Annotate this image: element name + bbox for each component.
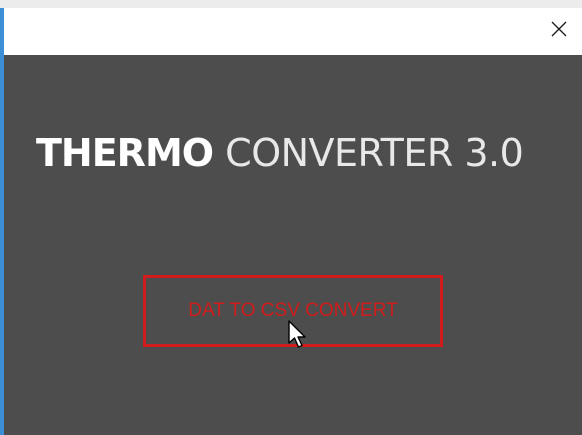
- title-bar[interactable]: [0, 8, 582, 55]
- close-button[interactable]: [536, 8, 582, 55]
- close-icon: [551, 21, 567, 42]
- convert-button-label: DAT TO CSV CONVERT: [188, 300, 398, 321]
- app-title-light: CONVERTER 3.0: [225, 131, 524, 175]
- app-window: THERMO CONVERTER 3.0 DAT TO CSV CONVERT: [0, 0, 582, 435]
- top-strip: [0, 0, 582, 8]
- app-title-bold: THERMO: [36, 131, 214, 175]
- main-content: [4, 55, 582, 435]
- app-title: THERMO CONVERTER 3.0: [36, 128, 582, 178]
- dat-to-csv-convert-button[interactable]: DAT TO CSV CONVERT: [143, 275, 443, 347]
